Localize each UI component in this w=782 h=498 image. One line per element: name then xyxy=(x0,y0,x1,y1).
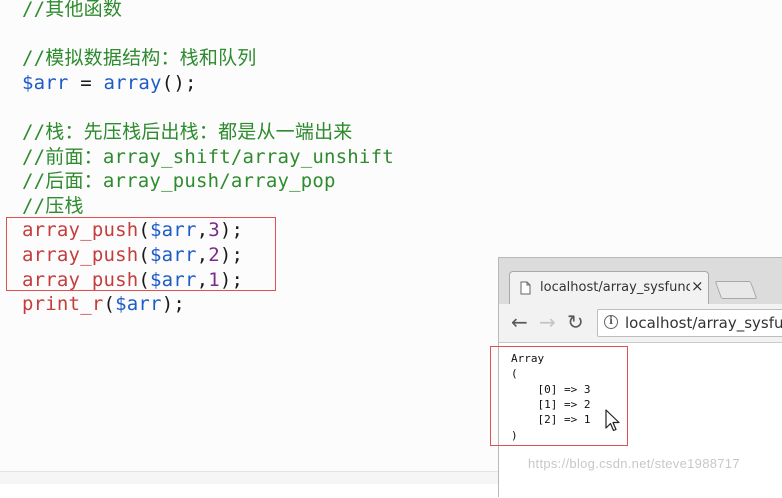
code-line[interactable]: print_r($arr); xyxy=(22,292,185,316)
code-line[interactable]: //后面：array_push/array_pop xyxy=(22,169,336,193)
code-token: //前面：array_shift/array_unshift xyxy=(22,145,394,168)
new-tab-button[interactable] xyxy=(714,281,758,299)
url-text[interactable]: localhost/array_sysfunc xyxy=(625,314,782,332)
mouse-cursor-icon xyxy=(605,409,620,432)
close-tab-icon[interactable]: × xyxy=(691,277,704,295)
code-token: //其他函数 xyxy=(22,0,123,20)
browser-toolbar: ← → ↻ i localhost/array_sysfunc xyxy=(499,304,782,343)
reload-icon[interactable]: ↻ xyxy=(567,311,584,333)
code-token: //模拟数据结构：栈和队列 xyxy=(22,47,257,70)
code-token: ( xyxy=(103,293,116,316)
code-token: //后面：array_push/array_pop xyxy=(22,170,336,193)
code-line[interactable]: //其他函数 xyxy=(22,0,122,21)
info-icon[interactable]: i xyxy=(604,315,618,329)
code-token: = xyxy=(68,71,104,94)
page-icon xyxy=(520,281,531,295)
browser-tab[interactable]: localhost/array_sysfunc × xyxy=(509,271,709,305)
code-token: //压栈 xyxy=(22,194,84,217)
code-line[interactable]: //压栈 xyxy=(22,194,84,218)
browser-tab-bar: localhost/array_sysfunc × xyxy=(499,258,782,305)
code-token: (); xyxy=(161,71,197,94)
code-line[interactable]: //模拟数据结构：栈和队列 xyxy=(22,46,256,70)
address-bar[interactable]: i localhost/array_sysfunc xyxy=(597,309,782,337)
code-token: ); xyxy=(161,293,185,316)
code-line[interactable]: //前面：array_shift/array_unshift xyxy=(22,145,394,169)
watermark-text: https://blog.csdn.net/steve1988717 xyxy=(528,456,740,471)
code-line[interactable]: $arr = array(); xyxy=(22,71,197,95)
code-token: array xyxy=(103,71,162,94)
back-arrow-icon[interactable]: ← xyxy=(511,311,528,333)
code-line[interactable]: //栈：先压栈后出栈：都是从一端出来 xyxy=(22,120,352,144)
forward-arrow-icon[interactable]: → xyxy=(539,311,556,333)
code-token: $arr xyxy=(115,293,162,316)
code-token: $arr xyxy=(22,71,69,94)
code-token: print_r xyxy=(22,293,104,316)
editor-status-strip xyxy=(0,471,500,484)
code-highlight-box xyxy=(6,217,276,291)
page-content: Array( [0] => 3 [1] => 2 [2] => 1) xyxy=(490,343,782,498)
code-token: //栈：先压栈后出栈：都是从一端出来 xyxy=(22,121,353,143)
tab-title: localhost/array_sysfunc xyxy=(540,280,690,295)
